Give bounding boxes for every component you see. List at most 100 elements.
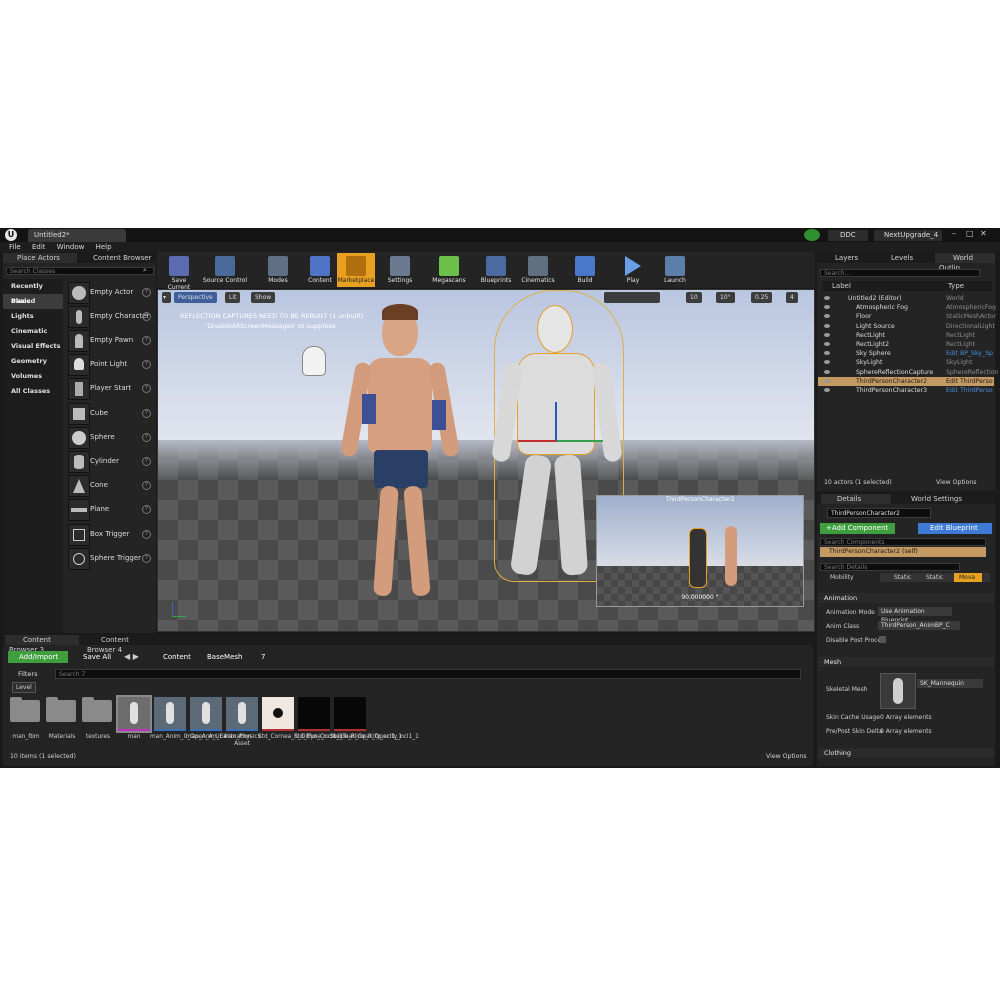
category-volumes[interactable]: Volumes bbox=[3, 369, 63, 384]
search-components-input[interactable]: Search Components bbox=[820, 538, 986, 546]
asset-thumbnail[interactable] bbox=[190, 697, 222, 731]
maximize-button[interactable]: □ bbox=[966, 229, 974, 238]
category-lights[interactable]: Lights bbox=[3, 309, 63, 324]
save-current-button[interactable]: Save Current bbox=[160, 253, 198, 291]
tab-levels[interactable]: Levels bbox=[875, 253, 931, 263]
outliner-row[interactable]: RectLight2 RectLight bbox=[818, 340, 994, 349]
source-control-button[interactable]: Source Control bbox=[202, 253, 248, 291]
outliner-row-type[interactable]: Edit ThirdPerso bbox=[946, 377, 993, 386]
launch-button[interactable]: Launch bbox=[660, 253, 690, 291]
mesh-section-header[interactable]: Mesh bbox=[818, 657, 994, 667]
tab-place-actors[interactable]: Place Actors bbox=[3, 253, 77, 263]
modes-button[interactable]: Modes bbox=[262, 253, 294, 291]
eye-icon[interactable] bbox=[824, 305, 830, 310]
tab-content-browser[interactable]: Content Browser bbox=[79, 253, 155, 263]
eye-icon[interactable] bbox=[824, 332, 830, 337]
texture-thumbnail[interactable] bbox=[298, 697, 330, 731]
level-filter-chip[interactable]: Level bbox=[12, 682, 36, 693]
grid-snap-value[interactable]: 10 bbox=[686, 292, 702, 303]
gizmo-x-axis[interactable] bbox=[518, 440, 556, 442]
asset-thumbnail[interactable] bbox=[154, 697, 186, 731]
actor-player-start[interactable]: Player Start? bbox=[67, 376, 155, 400]
eye-icon[interactable] bbox=[824, 360, 830, 365]
save-all-button[interactable]: Save All bbox=[83, 651, 111, 663]
level-viewport[interactable]: REFLECTION CAPTURES NEED TO BE REBUILT (… bbox=[157, 289, 815, 632]
outliner-row[interactable]: SphereReflectionCapture SphereReflection bbox=[818, 368, 999, 377]
menu-file[interactable]: File bbox=[9, 242, 21, 252]
path-basemesh[interactable]: BaseMesh bbox=[207, 651, 242, 663]
category-all-classes[interactable]: All Classes bbox=[3, 384, 63, 399]
rotation-snap-value[interactable]: 10° bbox=[716, 292, 735, 303]
menu-help[interactable]: Help bbox=[96, 242, 112, 252]
document-tab[interactable]: Untitled2* bbox=[28, 229, 126, 242]
eye-icon[interactable] bbox=[824, 369, 830, 374]
camera-speed-value[interactable]: 4 bbox=[786, 292, 798, 303]
texture-thumbnail[interactable] bbox=[262, 697, 294, 731]
eye-icon[interactable] bbox=[824, 342, 830, 346]
skeletal-mesh-dropdown[interactable]: SK_Mannequin bbox=[917, 679, 983, 688]
scale-snap-value[interactable]: 0.25 bbox=[751, 292, 773, 303]
outliner-row[interactable]: Atmospheric Fog AtmosphericFog bbox=[818, 303, 996, 312]
path-7[interactable]: 7 bbox=[261, 651, 265, 663]
actor-empty-character[interactable]: Empty Character? bbox=[67, 304, 155, 328]
actor-point-light[interactable]: Point Light? bbox=[67, 352, 155, 376]
transform-tools[interactable] bbox=[604, 292, 660, 303]
filters-button[interactable]: Filters bbox=[18, 669, 37, 679]
component-self-row[interactable]: ThirdPersonCharacter2 (self) bbox=[820, 547, 986, 557]
outliner-row[interactable]: Floor StaticMeshActor bbox=[818, 312, 996, 321]
eye-icon[interactable] bbox=[824, 351, 830, 356]
marketplace-button[interactable]: Marketplace bbox=[337, 253, 375, 287]
category-geometry[interactable]: Geometry bbox=[3, 354, 63, 369]
folder-icon[interactable] bbox=[82, 697, 112, 722]
actor-sphere[interactable]: Sphere? bbox=[67, 425, 155, 449]
outliner-row[interactable]: Untitled2 (Editor) World bbox=[818, 294, 994, 303]
ddc-badge[interactable]: DDC bbox=[828, 230, 868, 241]
category-visual-effects[interactable]: Visual Effects bbox=[3, 339, 63, 354]
search-classes-input[interactable]: Search Classes bbox=[6, 267, 154, 275]
content-search-input[interactable]: Search 7 bbox=[55, 669, 801, 679]
outliner-row[interactable]: Sky Sphere Edit BP_Sky_Sp bbox=[818, 349, 994, 358]
actor-sphere-trigger[interactable]: Sphere Trigger? bbox=[67, 546, 155, 570]
gizmo-y-axis[interactable] bbox=[557, 440, 603, 442]
search-details-input[interactable]: Search Details bbox=[820, 563, 960, 571]
skeletal-mesh-thumbnail[interactable] bbox=[880, 673, 916, 709]
eye-icon[interactable] bbox=[824, 314, 830, 319]
perspective-button[interactable]: Perspective bbox=[174, 292, 217, 303]
tab-content-browser-4[interactable]: Content Browser 4 bbox=[83, 635, 157, 654]
folder-icon[interactable] bbox=[46, 697, 76, 722]
actor-cylinder[interactable]: Cylinder? bbox=[67, 449, 155, 473]
show-button[interactable]: Show bbox=[251, 292, 276, 303]
menu-edit[interactable]: Edit bbox=[32, 242, 46, 252]
actor-box-trigger[interactable]: Box Trigger? bbox=[67, 522, 155, 546]
animation-mode-dropdown[interactable]: Use Animation Blueprint bbox=[878, 607, 952, 624]
outliner-row[interactable]: RectLight RectLight bbox=[818, 331, 994, 340]
asset-thumbnail[interactable] bbox=[226, 697, 258, 731]
outliner-row-type[interactable]: Edit BP_Sky_Sp bbox=[946, 349, 993, 358]
animation-section-header[interactable]: Animation bbox=[818, 593, 994, 603]
object-name-field[interactable]: ThirdPersonCharacter2 bbox=[827, 508, 931, 518]
outliner-search-input[interactable]: Search... bbox=[820, 269, 980, 277]
path-content[interactable]: Content bbox=[163, 651, 191, 663]
outliner-row[interactable]: ThirdPersonCharacter2 Edit ThirdPerso bbox=[818, 376, 994, 386]
light-bulb-icon[interactable] bbox=[302, 346, 326, 376]
actor-plane[interactable]: Plane? bbox=[67, 497, 155, 521]
viewport-menu-button[interactable]: ▾ bbox=[162, 292, 171, 303]
actor-cube[interactable]: Cube? bbox=[67, 401, 155, 425]
outliner-row[interactable]: SkyLight SkyLight bbox=[818, 358, 994, 367]
eye-icon[interactable] bbox=[824, 323, 830, 328]
add-import-button[interactable]: Add/Import bbox=[8, 651, 68, 663]
category-recently-placed[interactable]: Recently Placed bbox=[3, 279, 63, 305]
close-button[interactable]: ✕ bbox=[980, 229, 987, 238]
settings-button[interactable]: Settings bbox=[384, 253, 416, 291]
eye-icon[interactable] bbox=[824, 296, 830, 300]
blueprints-button[interactable]: Blueprints bbox=[478, 253, 514, 291]
minimize-button[interactable]: – bbox=[952, 229, 956, 238]
source-control-status-icon[interactable] bbox=[804, 229, 820, 241]
outliner-row[interactable]: ThirdPersonCharacter3 Edit ThirdPerso bbox=[818, 386, 994, 395]
eye-icon[interactable] bbox=[824, 388, 830, 392]
disable-post-process-checkbox[interactable] bbox=[879, 636, 886, 643]
add-component-button[interactable]: +Add Component bbox=[820, 523, 895, 534]
play-button[interactable]: Play bbox=[618, 253, 648, 291]
tab-world-settings[interactable]: World Settings bbox=[895, 494, 971, 504]
cinematics-button[interactable]: Cinematics bbox=[518, 253, 558, 291]
